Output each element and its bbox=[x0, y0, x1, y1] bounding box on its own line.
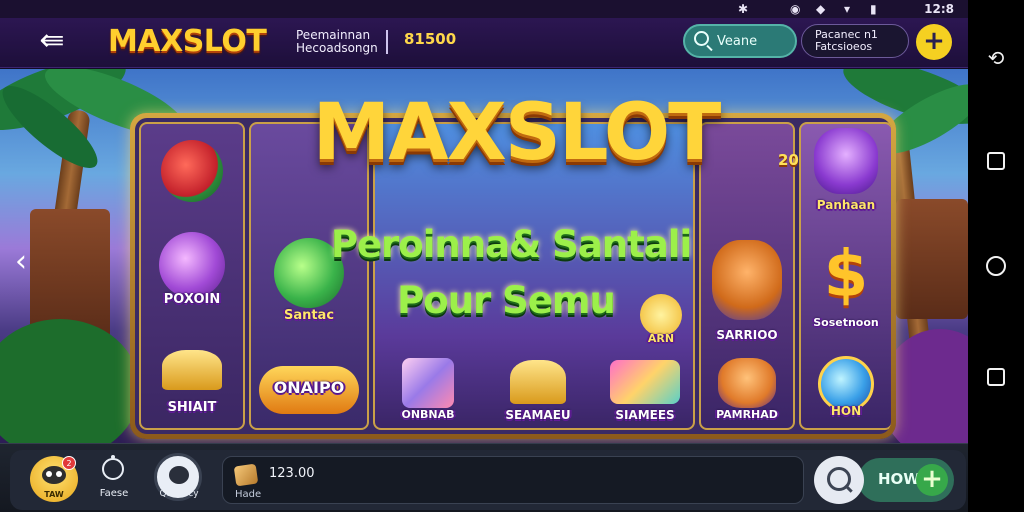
symbol-label: ONBNAB bbox=[401, 408, 455, 421]
wallet-coin-icon bbox=[233, 463, 259, 487]
alarm-icon: ◉ bbox=[790, 2, 801, 16]
home-button-icon[interactable] bbox=[986, 256, 1006, 276]
symbol-purple-cat[interactable]: Panhaan bbox=[801, 128, 891, 224]
symbol-watermelon[interactable] bbox=[141, 136, 243, 216]
status-time: 12:8 bbox=[924, 2, 954, 16]
nav-home-label: Faese bbox=[99, 488, 129, 499]
symbol-label: Panhaan bbox=[816, 198, 876, 212]
wallet-sub-label: Hade bbox=[235, 489, 262, 500]
symbol-label: HON bbox=[830, 404, 862, 418]
swirl-icon bbox=[159, 232, 225, 298]
symbol-label: Sosetnoon bbox=[813, 316, 879, 329]
signal-icon: ▾ bbox=[844, 2, 851, 16]
symbol-label: PAMRHAD bbox=[716, 408, 778, 421]
bluetooth-icon: ✱ bbox=[738, 2, 749, 16]
purple-cat-icon bbox=[814, 128, 878, 194]
wallet-field[interactable]: 123.00 Hade bbox=[222, 456, 804, 504]
chest-icon bbox=[610, 360, 680, 404]
top-header: ⇚ MAXSLOT Peemainnan Hecoadsongn 81500 V… bbox=[0, 18, 968, 68]
nav-games[interactable]: Qalloncy bbox=[150, 453, 208, 505]
bottom-bar: TAW 2 Faese Qalloncy 123.00 Hade HOW + bbox=[0, 443, 968, 512]
search-field[interactable]: Veane bbox=[683, 24, 797, 58]
symbol-label: SHIAIT bbox=[167, 400, 217, 415]
banner-badge: 20 bbox=[778, 151, 799, 169]
gold-ingot-icon bbox=[510, 360, 566, 404]
recents-icon[interactable] bbox=[987, 152, 1005, 170]
bottom-search-icon[interactable] bbox=[814, 456, 864, 504]
nav-home[interactable]: Faese bbox=[96, 455, 132, 504]
play-now-label: HOW bbox=[878, 470, 920, 488]
app-screen: ✱ ◉ ◆ ▾ ▮ 12:8 ⇚ MAXSLOT Peemainnan Heco… bbox=[0, 0, 1024, 512]
symbol-label: POXOIN bbox=[163, 292, 221, 307]
game-banner-scene: ‹ POXOIN SHIAIT Santac ONAIPO ONBNAB SEA… bbox=[0, 69, 968, 443]
symbol-label: SARRIOO bbox=[716, 328, 778, 342]
search-icon bbox=[694, 31, 709, 46]
jungle-bush-left bbox=[0, 319, 140, 443]
symbol-dollar[interactable]: $ Sosetnoon bbox=[801, 242, 891, 338]
symbol-label: Santac bbox=[283, 308, 335, 323]
play-now-button[interactable]: HOW + bbox=[858, 458, 954, 502]
symbol-label: ONAIPO bbox=[273, 378, 345, 397]
banner-title: MAXSLOT bbox=[312, 88, 722, 178]
system-navigation-bar: ⟲ bbox=[968, 0, 1024, 512]
symbol-label: ARN bbox=[647, 332, 675, 345]
symbol-purple-swirl[interactable]: POXOIN bbox=[141, 232, 243, 322]
avatar-tag: TAW bbox=[44, 490, 64, 499]
symbol-onaipo[interactable]: ONAIPO bbox=[251, 356, 367, 426]
watermelon-icon bbox=[161, 140, 223, 202]
header-info: Peemainnan Hecoadsongn bbox=[296, 29, 382, 55]
header-divider bbox=[386, 30, 388, 54]
back-square-icon[interactable] bbox=[987, 368, 1005, 386]
symbol-label: SIAMEES bbox=[615, 408, 675, 422]
plus-icon: + bbox=[916, 464, 948, 496]
symbol-tiger[interactable]: PAMRHAD bbox=[701, 358, 793, 428]
app-logo[interactable]: MAXSLOT bbox=[108, 24, 267, 59]
search-placeholder: Veane bbox=[717, 34, 758, 49]
wifi-icon: ◆ bbox=[816, 2, 826, 16]
symbol-label: SEAMAEU bbox=[505, 408, 571, 422]
symbol-chest[interactable]: SIAMEES bbox=[597, 356, 693, 428]
gold-bar-icon bbox=[162, 350, 222, 390]
reel-5: Panhaan $ Sosetnoon HON bbox=[799, 122, 891, 430]
banner-tagline-line2: Pour Semu bbox=[397, 279, 616, 322]
banner-tagline-line1: Peroinna& Santali bbox=[330, 223, 692, 266]
wooden-hut bbox=[896, 199, 968, 319]
symbol-swirl-orb[interactable]: HON bbox=[801, 356, 891, 428]
menu-back-icon[interactable]: ⇚ bbox=[30, 26, 74, 58]
avatar-face-icon bbox=[42, 466, 66, 484]
add-funds-button[interactable]: + bbox=[916, 24, 952, 60]
rotate-icon[interactable]: ⟲ bbox=[984, 46, 1008, 70]
battery-icon: ▮ bbox=[870, 2, 877, 16]
reel-1: POXOIN SHIAIT bbox=[139, 122, 245, 430]
status-bar: ✱ ◉ ◆ ▾ ▮ 12:8 bbox=[0, 0, 968, 18]
header-info-line2: Hecoadsongn bbox=[296, 41, 378, 55]
header-balance: 81500 bbox=[404, 30, 457, 48]
notification-badge: 2 bbox=[62, 456, 76, 470]
carousel-prev-icon[interactable]: ‹ bbox=[6, 245, 36, 281]
tiger-icon bbox=[718, 358, 776, 408]
promo-line2: Fatcsioeos bbox=[815, 40, 873, 53]
promo-button[interactable]: Pacanec n1 Fatcsioeos bbox=[801, 24, 909, 58]
nav-games-label: Qalloncy bbox=[159, 489, 199, 499]
home-icon bbox=[102, 455, 124, 480]
wallet-amount: 123.00 bbox=[269, 466, 315, 481]
symbol-gold-ingot[interactable]: SEAMAEU bbox=[493, 356, 583, 428]
symbol-crystal[interactable]: ONBNAB bbox=[391, 356, 465, 428]
dollar-icon: $ bbox=[823, 238, 869, 312]
symbol-gold-bar[interactable]: SHIAIT bbox=[141, 344, 243, 424]
crystal-icon bbox=[402, 358, 454, 408]
